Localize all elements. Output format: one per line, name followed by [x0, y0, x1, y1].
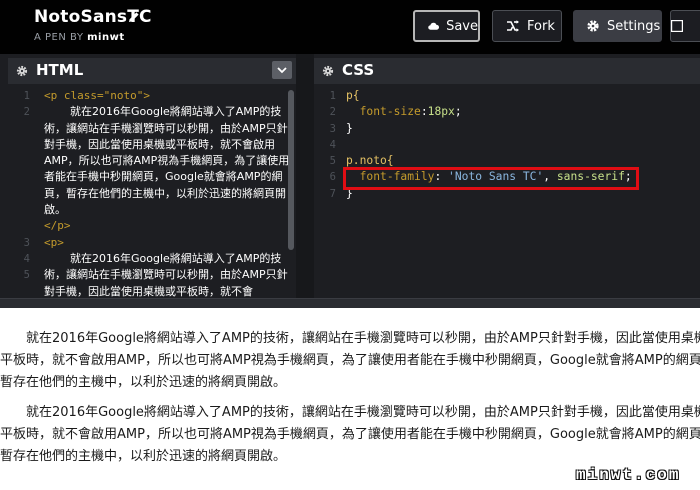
line-number: [8, 137, 30, 153]
html-paragraph-2: 就在2016年Google將網站導入了AMP的技術，讓網站在手機瀏覽時可以秒開，…: [44, 251, 288, 298]
css-line-4: [346, 137, 632, 153]
top-bar: NotoSansTC A PEN BY minwt Save Fork Sett…: [0, 0, 700, 54]
line-number: 4: [329, 138, 336, 151]
fork-label: Fork: [527, 18, 555, 34]
settings-button[interactable]: Settings: [573, 10, 662, 42]
line-number: [8, 169, 30, 185]
html-code-editor[interactable]: 1 2 3 4 5 <p class="noto"> 就在2016年Google…: [8, 88, 296, 298]
html-line-numbers: 1 2 3 4 5: [8, 88, 30, 284]
css-close-brace: }: [346, 121, 353, 135]
html-scrollbar[interactable]: [288, 90, 294, 250]
line-number: 3: [23, 236, 30, 249]
fork-button[interactable]: Fork: [492, 10, 562, 42]
css-panel-header: CSS: [314, 58, 700, 84]
css-panel-title: CSS: [342, 61, 375, 79]
chevron-down-icon: [277, 67, 287, 74]
line-number: [8, 202, 30, 218]
line-number: 2: [23, 106, 30, 119]
line-number: 3: [329, 122, 336, 135]
html-open-p-noto: <p class="noto">: [44, 89, 150, 102]
html-paragraph-1: 就在2016年Google將網站導入了AMP的技術，讓網站在手機瀏覽時可以秒開，…: [44, 105, 290, 217]
line-number: 1: [23, 90, 30, 102]
html-collapse-button[interactable]: [272, 61, 292, 79]
line-number: 4: [23, 252, 30, 265]
html-source: <p class="noto"> 就在2016年Google將網站導入了AMP的…: [44, 88, 290, 298]
html-panel: HTML 1 2 3 4 5 <p class="noto"> 就在2016年G…: [8, 54, 296, 298]
save-label: Save: [446, 18, 478, 34]
html-close-p: </p>: [44, 219, 71, 233]
watermark: minwt.com: [576, 466, 681, 484]
html-settings-icon[interactable]: [16, 65, 28, 77]
result-preview: 就在2016年Google將網站導入了AMP的技術，讓網站在手機瀏覽時可以秒開，…: [0, 308, 700, 490]
line-number: [8, 218, 30, 234]
layout-button[interactable]: [670, 10, 700, 42]
css-settings-icon[interactable]: [322, 65, 334, 77]
save-button[interactable]: Save: [413, 10, 480, 42]
css-val-font-size: 18px: [427, 105, 455, 119]
fork-icon: [507, 20, 519, 32]
author-name[interactable]: minwt: [87, 32, 125, 43]
settings-label: Settings: [607, 18, 661, 34]
preview-paragraph-2: 就在2016年Google將網站導入了AMP的技術，讓網站在手機瀏覽時可以秒開，…: [0, 405, 700, 464]
line-number: 7: [329, 187, 336, 200]
line-number: 5: [329, 155, 336, 168]
preview-paragraph-1: 就在2016年Google將網站導入了AMP的技術，讓網站在手機瀏覽時可以秒開，…: [0, 331, 700, 390]
byline-prefix: A PEN BY: [34, 32, 84, 43]
css-prop-font-size: font-size: [359, 105, 421, 119]
html-open-p: <p>: [44, 235, 64, 249]
line-number: 5: [23, 269, 30, 282]
line-number: [8, 186, 30, 202]
line-number: 1: [329, 90, 336, 102]
cloud-icon: [428, 22, 440, 30]
css-line-3: }: [346, 121, 632, 137]
css-line-1: p{: [346, 88, 632, 104]
pen-byline: A PEN BY minwt: [34, 32, 125, 43]
css-selector-p: p{: [346, 89, 360, 102]
pencil-icon[interactable]: [128, 11, 140, 23]
html-panel-title: HTML: [36, 61, 84, 79]
css-line-numbers: 1 2 3 4 5 6 7: [314, 88, 336, 202]
css-selector-p-noto: p.noto{: [346, 154, 394, 168]
html-panel-header: HTML: [8, 58, 296, 84]
line-number: [8, 153, 30, 169]
css-line-2: font-size:18px;: [359, 105, 462, 119]
gear-icon: [587, 20, 599, 32]
line-number: [8, 121, 30, 137]
css-code-editor[interactable]: 1 2 3 4 5 6 7 p{ font-size:18px; } p.not…: [314, 88, 700, 298]
highlight-annotation-box: [343, 167, 639, 190]
line-number: 2: [329, 106, 336, 119]
layout-icon: [671, 20, 683, 32]
line-number: 6: [329, 171, 336, 184]
pane-divider[interactable]: [296, 54, 314, 298]
